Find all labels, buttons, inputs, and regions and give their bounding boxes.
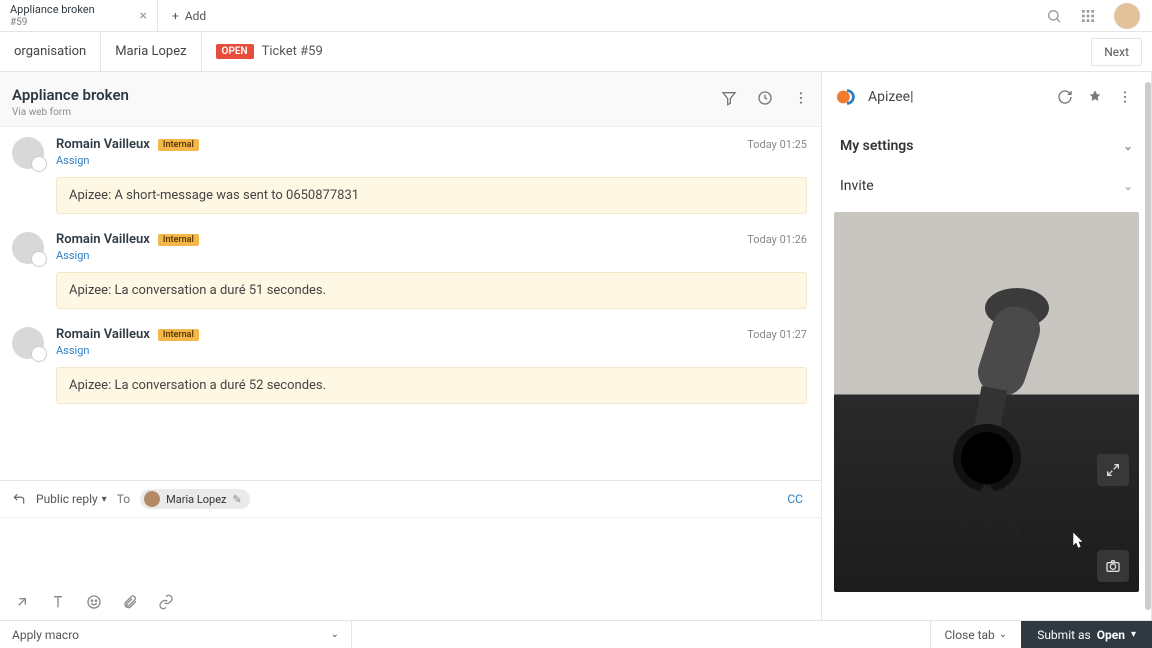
submit-status: Open <box>1097 628 1125 642</box>
more-vertical-icon[interactable] <box>793 90 809 106</box>
to-label: To <box>117 492 130 506</box>
reply-textarea[interactable] <box>0 518 821 588</box>
close-tab-button[interactable]: Close tab ⌄ <box>930 621 1022 648</box>
conversation-panel: Appliance broken Via web form Romain Vai… <box>0 72 822 620</box>
crumb-user-label: Maria Lopez <box>115 44 186 59</box>
crumb-user[interactable]: Maria Lopez <box>101 32 201 71</box>
avatar[interactable] <box>1114 3 1140 29</box>
message-content: Apizee: A short-message was sent to 0650… <box>56 177 807 214</box>
attachment-icon[interactable] <box>122 594 138 610</box>
plus-icon: + <box>172 9 179 23</box>
refresh-icon[interactable] <box>1057 89 1073 105</box>
tab-ticket[interactable]: Appliance broken #59 × <box>0 0 158 31</box>
next-label: Next <box>1104 45 1129 59</box>
camera-preview <box>834 212 1139 592</box>
edit-icon[interactable]: ✎ <box>233 493 242 506</box>
close-tab-label: Close tab <box>945 628 995 642</box>
recipient-chip[interactable]: Maria Lopez ✎ <box>140 489 250 509</box>
assign-link[interactable]: Assign <box>56 249 807 262</box>
submit-button[interactable]: Submit as Open ▾ <box>1021 621 1152 648</box>
avatar <box>144 491 160 507</box>
message-author: Romain Vailleux <box>56 137 150 152</box>
chevron-down-icon: ▾ <box>102 494 107 505</box>
message-author: Romain Vailleux <box>56 232 150 247</box>
message-time: Today 01:26 <box>747 233 807 246</box>
popout-icon[interactable] <box>14 594 30 610</box>
section-label: Invite <box>840 178 874 194</box>
link-icon[interactable] <box>158 594 174 610</box>
message-author: Romain Vailleux <box>56 327 150 342</box>
page-title: Appliance broken <box>12 86 129 104</box>
scrollbar[interactable] <box>1145 82 1151 610</box>
apply-macro-dropdown[interactable]: Apply macro ⌄ <box>0 621 352 648</box>
section-label: My settings <box>840 138 913 154</box>
history-icon[interactable] <box>757 90 773 106</box>
reply-mode-dropdown[interactable]: Public reply ▾ <box>36 492 107 506</box>
cursor-icon <box>1073 532 1085 550</box>
chevron-down-icon: ▾ <box>1131 629 1136 640</box>
top-tabs: Appliance broken #59 × + Add <box>0 0 1152 32</box>
more-vertical-icon[interactable] <box>1117 89 1133 105</box>
avatar <box>12 232 44 264</box>
internal-badge: Internal <box>158 234 199 246</box>
emoji-icon[interactable] <box>86 594 102 610</box>
section-my-settings[interactable]: My settings ⌄ <box>822 118 1151 166</box>
footer-bar: Apply macro ⌄ Close tab ⌄ Submit as Open… <box>0 620 1152 648</box>
recipient-name: Maria Lopez <box>166 493 226 506</box>
apps-grid-icon[interactable] <box>1080 8 1096 24</box>
message-content: Apizee: La conversation a duré 52 second… <box>56 367 807 404</box>
ticket-source: Via web form <box>12 107 129 118</box>
submit-prefix: Submit as <box>1037 628 1091 642</box>
next-button[interactable]: Next <box>1091 38 1142 66</box>
reply-editor: Public reply ▾ To Maria Lopez ✎ CC <box>0 480 821 620</box>
message-item: Romain Vailleux Internal Today 01:25 Ass… <box>12 137 807 214</box>
text-format-icon[interactable] <box>50 594 66 610</box>
internal-badge: Internal <box>158 329 199 341</box>
search-icon[interactable] <box>1046 8 1062 24</box>
assign-link[interactable]: Assign <box>56 154 807 167</box>
ticket-number: Ticket #59 <box>262 44 323 59</box>
crumb-organisation[interactable]: organisation <box>0 32 101 71</box>
message-item: Romain Vailleux Internal Today 01:27 Ass… <box>12 327 807 404</box>
apizee-logo-icon <box>836 86 858 108</box>
avatar <box>12 327 44 359</box>
chevron-down-icon: ⌄ <box>331 629 339 640</box>
avatar <box>12 137 44 169</box>
message-thread[interactable]: Romain Vailleux Internal Today 01:25 Ass… <box>0 127 821 480</box>
app-sidebar: Apizee| My settings ⌄ Invite ⌄ <box>822 72 1152 620</box>
filter-icon[interactable] <box>721 90 737 106</box>
macro-label: Apply macro <box>12 628 79 642</box>
chevron-down-icon: ⌄ <box>1123 179 1133 193</box>
status-badge: OPEN <box>216 44 254 59</box>
reply-icon <box>12 492 26 506</box>
close-icon[interactable]: × <box>140 8 147 24</box>
add-label: Add <box>185 9 206 23</box>
chevron-down-icon: ⌄ <box>1123 139 1133 153</box>
sidebar-app-title: Apizee| <box>868 89 1047 106</box>
tab-subtitle: #59 <box>10 17 95 29</box>
chevron-down-icon: ⌄ <box>999 629 1007 640</box>
crumb-ticket: OPEN Ticket #59 <box>202 44 337 59</box>
message-time: Today 01:27 <box>747 328 807 341</box>
tab-title: Appliance broken <box>10 4 95 17</box>
camera-icon[interactable] <box>1097 550 1129 582</box>
reply-mode-label: Public reply <box>36 492 98 506</box>
assign-link[interactable]: Assign <box>56 344 807 357</box>
pin-icon[interactable] <box>1087 89 1103 105</box>
message-time: Today 01:25 <box>747 138 807 151</box>
crumb-org-label: organisation <box>14 44 86 59</box>
section-invite[interactable]: Invite ⌄ <box>822 166 1151 206</box>
expand-icon[interactable] <box>1097 454 1129 486</box>
breadcrumb-bar: organisation Maria Lopez OPEN Ticket #59… <box>0 32 1152 72</box>
add-tab-button[interactable]: + Add <box>158 0 220 31</box>
internal-badge: Internal <box>158 139 199 151</box>
message-content: Apizee: La conversation a duré 51 second… <box>56 272 807 309</box>
cc-button[interactable]: CC <box>787 492 809 506</box>
message-item: Romain Vailleux Internal Today 01:26 Ass… <box>12 232 807 309</box>
microphone-illustration <box>907 258 1067 538</box>
